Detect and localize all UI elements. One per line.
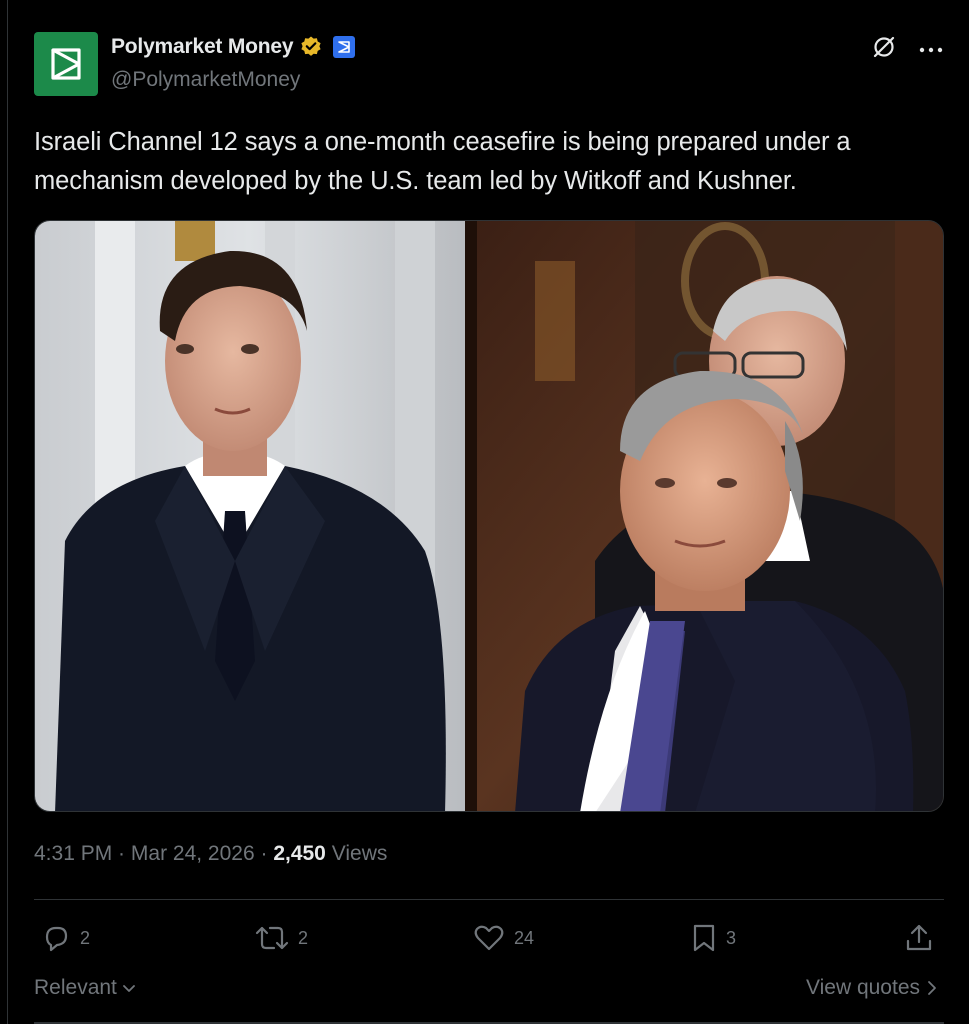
post-meta: 4:31 PM · Mar 24, 2026 · 2,450 Views bbox=[34, 842, 387, 866]
post-photo[interactable] bbox=[34, 220, 944, 812]
author-handle[interactable]: @PolymarketMoney bbox=[111, 68, 300, 92]
photo-illustration bbox=[35, 221, 943, 811]
post-date[interactable]: Mar 24, 2026 bbox=[131, 842, 255, 865]
reply-icon bbox=[45, 926, 68, 952]
bookmark-count: 3 bbox=[726, 927, 737, 948]
views-count: 2,450 bbox=[273, 842, 326, 865]
verified-badge-icon[interactable] bbox=[299, 35, 323, 59]
reply-button[interactable]: 2 bbox=[40, 922, 90, 954]
more-options-icon[interactable] bbox=[919, 41, 943, 59]
meta-separator: · bbox=[254, 842, 274, 865]
post-text: Israeli Channel 12 says a one-month ceas… bbox=[34, 128, 851, 195]
heart-icon bbox=[474, 925, 504, 951]
sort-replies-dropdown[interactable]: Relevant bbox=[34, 976, 137, 1000]
avatar[interactable] bbox=[34, 32, 98, 96]
post-container: Polymarket Money @PolymarketMoney Israel… bbox=[0, 0, 969, 1024]
repost-icon bbox=[255, 926, 289, 950]
affiliate-badge-icon[interactable] bbox=[333, 36, 356, 58]
grok-slash-icon[interactable] bbox=[871, 34, 897, 65]
polymarket-logo-icon bbox=[51, 48, 81, 80]
view-quotes-link[interactable]: View quotes bbox=[806, 976, 938, 1000]
repost-button[interactable]: 2 bbox=[254, 922, 308, 954]
repost-count: 2 bbox=[298, 927, 309, 948]
author-name-row: Polymarket Money bbox=[111, 35, 356, 59]
chevron-right-icon bbox=[928, 981, 936, 995]
column-border bbox=[7, 0, 8, 1024]
reply-count: 2 bbox=[80, 927, 91, 948]
divider bbox=[34, 899, 944, 900]
author-display-name[interactable]: Polymarket Money bbox=[111, 35, 294, 59]
sort-label: Relevant bbox=[34, 976, 117, 999]
header-actions bbox=[871, 34, 943, 65]
bookmark-button[interactable]: 3 bbox=[690, 922, 736, 954]
like-button[interactable]: 24 bbox=[472, 922, 534, 954]
share-button[interactable] bbox=[904, 922, 934, 954]
bookmark-icon bbox=[693, 924, 715, 952]
action-bar: 2 2 24 3 bbox=[34, 922, 944, 960]
views-label: Views bbox=[331, 842, 388, 865]
chevron-down-icon bbox=[122, 985, 135, 992]
view-quotes-label: View quotes bbox=[805, 976, 920, 999]
meta-separator: · bbox=[112, 842, 131, 865]
post-time[interactable]: 4:31 PM bbox=[34, 842, 112, 865]
share-icon bbox=[906, 924, 932, 951]
like-count: 24 bbox=[514, 927, 535, 948]
